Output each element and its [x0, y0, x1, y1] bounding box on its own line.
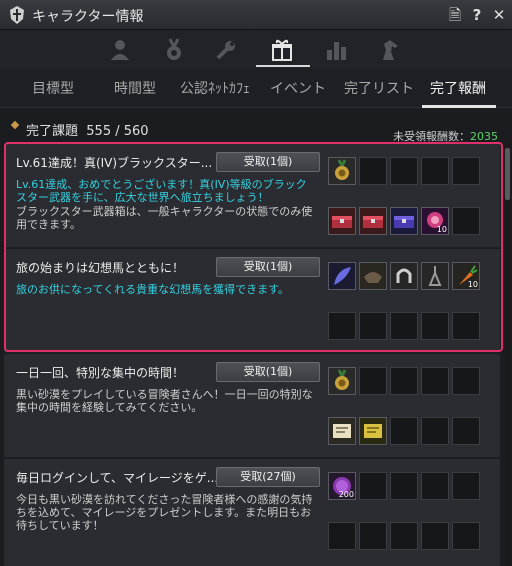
category-bar — [0, 30, 512, 68]
diamond-bullet-icon — [10, 120, 20, 130]
window-title: キャラクター情報 — [32, 9, 144, 25]
scrollbar-track[interactable] — [505, 144, 510, 566]
tab-completion-rewards[interactable]: 完了報酬 — [430, 78, 486, 98]
red-chest-item-icon[interactable] — [328, 207, 356, 235]
list-item: 一日一回、特別な集中の時間！ 受取(1個) 黒い砂漠をプレイしている冒険者さんへ… — [4, 354, 500, 458]
task-description: Lv.61達成、おめでとうございます！真(IV)等級のブラックスター武器を手に、… — [16, 178, 307, 204]
item-count: 10 — [436, 225, 447, 234]
empty-slot — [452, 522, 480, 550]
scroll-item-icon[interactable] — [328, 417, 356, 445]
helmet-icon — [10, 6, 24, 24]
task-title: 毎日ログインして、マイレージをゲ... — [16, 471, 219, 485]
blue-chest-item-icon[interactable] — [390, 207, 418, 235]
empty-slot — [359, 367, 387, 395]
reward-slots-row2: 10 — [328, 207, 498, 235]
list-item: 毎日ログインして、マイレージをゲ... 受取(27個) 今日も黒い砂漠を訪れてく… — [4, 459, 500, 566]
empty-slot — [452, 417, 480, 445]
title-bar: キャラクター情報 🗎 ? ✕ — [0, 0, 512, 30]
empty-slot — [421, 417, 449, 445]
note-icon[interactable]: 🗎 — [446, 5, 464, 25]
person-icon[interactable] — [104, 36, 136, 64]
empty-slot — [421, 157, 449, 185]
unclaimed-rewards: 未受領報酬数：2035 — [393, 130, 498, 143]
empty-slot — [359, 312, 387, 340]
empty-slot — [452, 312, 480, 340]
category-active-indicator — [256, 65, 310, 67]
empty-slot — [328, 312, 356, 340]
horse-icon[interactable] — [374, 36, 406, 64]
horseshoe-item-icon[interactable] — [390, 262, 418, 290]
task-description: 旅のお供になってくれる貴重な幻想馬を獲得できます。 — [16, 283, 290, 296]
scrollbar-thumb[interactable] — [505, 148, 510, 200]
empty-slot — [390, 367, 418, 395]
claim-button[interactable]: 受取(1個) — [216, 152, 320, 172]
task-title: 旅の始まりは幻想馬とともに！ — [16, 261, 185, 275]
tab-net-cafe[interactable]: 公認ﾈｯﾄｶﾌｪ — [180, 78, 250, 98]
tab-goal[interactable]: 目標型 — [32, 78, 74, 98]
gold-scroll-item-icon[interactable] — [359, 417, 387, 445]
wrench-icon[interactable] — [210, 36, 242, 64]
empty-slot — [421, 312, 449, 340]
tab-time[interactable]: 時間型 — [114, 78, 156, 98]
mileage-coin-item-icon[interactable]: 200 — [328, 472, 356, 500]
claim-button[interactable]: 受取(1個) — [216, 257, 320, 277]
summary-bar: 完了課題 555 / 560 未受領報酬数：2035 — [0, 108, 512, 144]
tab-event[interactable]: イベント — [270, 78, 326, 98]
claim-button[interactable]: 受取(1個) — [216, 362, 320, 382]
purple-orb-item-icon[interactable]: 10 — [421, 207, 449, 235]
help-button[interactable]: ? — [468, 5, 486, 25]
medal-icon[interactable] — [158, 36, 190, 64]
stirrup-item-icon[interactable] — [421, 262, 449, 290]
medal-item-icon[interactable] — [328, 157, 356, 185]
task-description: 黒い砂漠をプレイしている冒険者さんへ！一日一回の特別な集中の時間を経験してみてく… — [16, 388, 313, 414]
saddle-item-icon[interactable] — [359, 262, 387, 290]
tab-bar: 目標型 時間型 公認ﾈｯﾄｶﾌｪ イベント 完了リスト 完了報酬 — [0, 68, 512, 108]
item-count: 200 — [338, 490, 354, 499]
reward-slots-row1 — [328, 367, 498, 395]
task-title: 一日一回、特別な集中の時間！ — [16, 366, 185, 380]
empty-slot — [390, 472, 418, 500]
carrot-item-icon[interactable]: 10 — [452, 262, 480, 290]
task-description: 今日も黒い砂漠を訪れてくださった冒険者様への感謝の気持ちを込めて、マイレージをプ… — [16, 493, 313, 532]
empty-slot — [359, 157, 387, 185]
empty-slot — [452, 157, 480, 185]
list-item: 旅の始まりは幻想馬とともに！ 受取(1個) 旅のお供になってくれる貴重な幻想馬を… — [4, 249, 500, 353]
empty-slot — [390, 157, 418, 185]
empty-slot — [421, 522, 449, 550]
empty-slot — [421, 472, 449, 500]
empty-slot — [452, 367, 480, 395]
completed-tasks: 完了課題 555 / 560 — [26, 124, 149, 139]
medal-item-icon[interactable] — [328, 367, 356, 395]
blue-feather-item-icon[interactable] — [328, 262, 356, 290]
task-note: ブラックスター武器箱は、一般キャラクターの状態でのみ使用できます。 — [16, 205, 313, 231]
reward-slots-row2 — [328, 312, 498, 340]
gift-icon[interactable] — [266, 36, 298, 64]
reward-slots-row1: 200 — [328, 472, 498, 500]
empty-slot — [421, 367, 449, 395]
reward-slots-row2 — [328, 417, 498, 445]
empty-slot — [390, 417, 418, 445]
tab-completed-list[interactable]: 完了リスト — [344, 78, 414, 98]
item-count: 10 — [467, 280, 478, 289]
red-chest-item-icon[interactable] — [359, 207, 387, 235]
bar-chart-icon[interactable] — [320, 36, 352, 64]
empty-slot — [359, 472, 387, 500]
claim-button[interactable]: 受取(27個) — [216, 467, 320, 487]
empty-slot — [452, 472, 480, 500]
empty-slot — [328, 522, 356, 550]
close-button[interactable]: ✕ — [490, 5, 508, 25]
reward-slots-row1 — [328, 157, 498, 185]
reward-slots-row2 — [328, 522, 498, 550]
task-title: Lv.61達成！真(IV)ブラックスター... — [16, 156, 213, 170]
empty-slot — [452, 207, 480, 235]
reward-list: Lv.61達成！真(IV)ブラックスター... 受取(1個) Lv.61達成、お… — [4, 144, 500, 566]
list-item: Lv.61達成！真(IV)ブラックスター... 受取(1個) Lv.61達成、お… — [4, 144, 500, 248]
reward-slots-row1: 10 — [328, 262, 498, 290]
empty-slot — [359, 522, 387, 550]
empty-slot — [390, 312, 418, 340]
empty-slot — [390, 522, 418, 550]
